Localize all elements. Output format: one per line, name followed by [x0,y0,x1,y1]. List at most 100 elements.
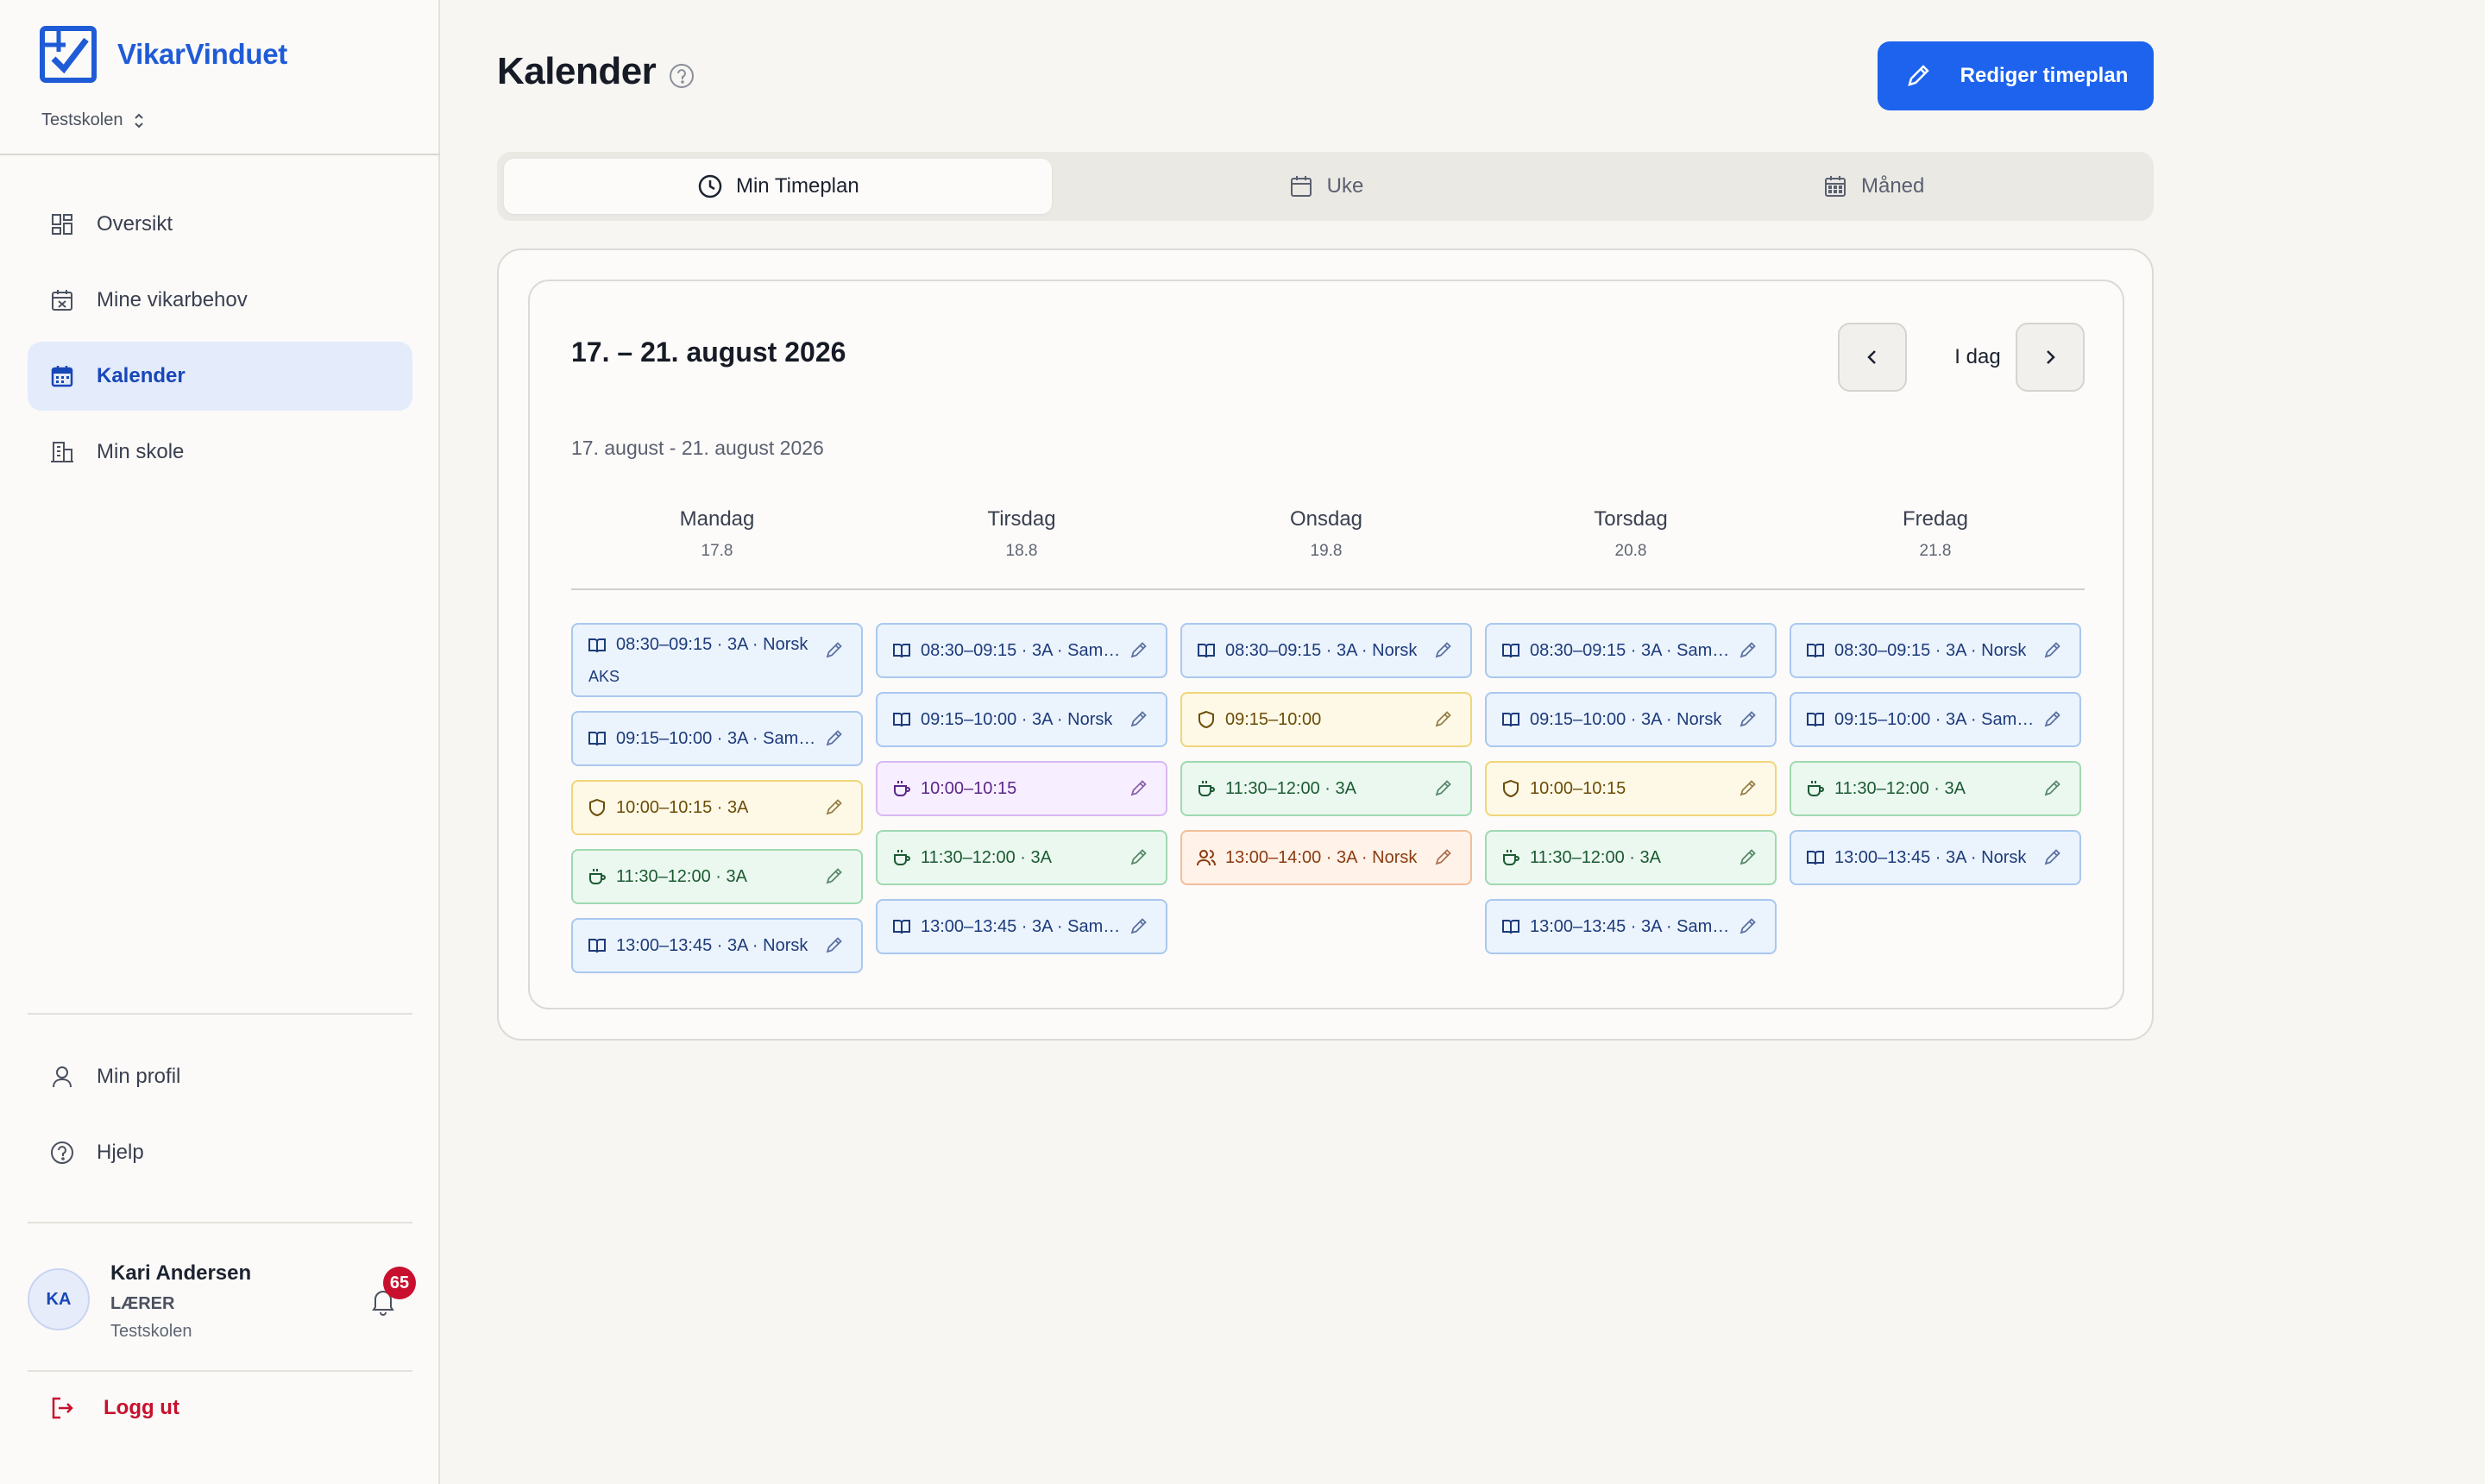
pencil-icon[interactable] [1737,915,1759,937]
schedule-event[interactable]: 13:00–13:45 · 3A · Samfunnsfag [1485,899,1777,954]
schedule-event[interactable]: 08:30–09:15 · 3A · Samfunnsfag [876,623,1167,678]
pencil-icon[interactable] [1128,777,1150,799]
next-week-button[interactable] [2016,323,2085,392]
nav-item-kalender[interactable]: Kalender [28,342,412,411]
pencil-icon[interactable] [823,726,846,749]
view-tabs: Min Timeplan Uke Måned [497,152,2154,221]
schedule-event[interactable]: 10:00–10:15 · 3A [571,780,863,835]
pencil-icon[interactable] [1737,777,1759,799]
logout-button[interactable]: Logg ut [48,1394,179,1422]
pencil-icon[interactable] [1737,846,1759,868]
day-name: Mandag [679,507,755,531]
book-icon [1807,644,1824,658]
help-circle-icon [51,1141,73,1164]
event-label: 08:30–09:15 · 3A · Norsk [1834,640,2027,660]
tab-min-timeplan[interactable]: Min Timeplan [504,159,1052,214]
help-circle-icon[interactable] [668,62,695,90]
pencil-icon[interactable] [823,795,846,818]
pencil-icon[interactable] [1128,638,1150,661]
event-label: 08:30–09:15 · 3A · Norsk [616,635,808,654]
edit-schedule-button[interactable]: Rediger timeplan [1878,41,2154,110]
pencil-icon[interactable] [1128,915,1150,937]
school-switcher[interactable]: Testskolen [41,110,148,130]
event-label: 08:30–09:15 · 3A · Norsk [1225,640,1418,660]
pencil-icon[interactable] [1432,638,1455,661]
schedule-event[interactable]: 10:00–10:15 [1485,761,1777,816]
nav-item-oversikt[interactable]: Oversikt [28,190,412,259]
schedule-event[interactable]: 13:00–13:45 · 3A · Samfunnsfag [876,899,1167,954]
nav-item-min-profil[interactable]: Min profil [28,1042,412,1111]
dashboard-icon [52,214,72,235]
nav-label: Min profil [97,1065,181,1088]
pencil-icon[interactable] [2041,707,2064,730]
divider [28,1222,412,1223]
pencil-icon[interactable] [2041,638,2064,661]
nav-item-mine-vikarbehov[interactable]: Mine vikarbehov [28,266,412,335]
event-label: 10:00–10:15 [921,778,1017,798]
pencil-icon[interactable] [1737,638,1759,661]
brand[interactable]: VikarVinduet [40,26,287,83]
book-icon [1807,713,1824,727]
calendar-panel: 17. – 21. august 2026 I dag 17. august -… [497,248,2154,1041]
tab-label: Min Timeplan [735,174,859,198]
schedule-event[interactable]: 11:30–12:00 · 3A [1485,830,1777,885]
tab-label: Måned [1860,174,1925,198]
tab-uke[interactable]: Uke [1052,159,1600,214]
pencil-icon[interactable] [1128,846,1150,868]
chevron-left-icon [1867,350,1876,364]
day-header: Fredag 21.8 [1790,507,2081,561]
week-title: 17. – 21. august 2026 [571,336,846,368]
schedule-event[interactable]: 11:30–12:00 · 3A [1790,761,2081,816]
nav-label: Mine vikarbehov [97,288,248,311]
pencil-icon[interactable] [1432,846,1455,868]
divider [0,154,440,155]
book-icon [893,713,910,727]
schedule-event[interactable]: 13:00–13:45 · 3A · Norsk [571,918,863,973]
schedule-event[interactable]: 08:30–09:15 · 3A · Norsk [1790,623,2081,678]
event-label: 11:30–12:00 · 3A [1225,778,1356,798]
previous-week-button[interactable] [1838,323,1907,392]
event-label: 13:00–14:00 · 3A · Norsk [1225,847,1418,867]
book-icon [1807,851,1824,865]
schedule-event[interactable]: 13:00–14:00 · 3A · Norsk [1180,830,1472,885]
pencil-icon[interactable] [1432,707,1455,730]
nav-item-min-skole[interactable]: Min skole [28,418,412,487]
schedule-event[interactable]: 09:15–10:00 · 3A · Norsk [1485,692,1777,747]
schedule-event[interactable]: 08:30–09:15 · 3A · Norsk [1180,623,1472,678]
pencil-icon[interactable] [1128,707,1150,730]
user-card[interactable]: KA Kari Andersen LÆRER Testskolen 65 [28,1258,416,1353]
sidebar: VikarVinduet Testskolen Oversikt Mine vi… [0,0,440,1484]
coffee-icon [1503,850,1519,865]
schedule-event[interactable]: 11:30–12:00 · 3A [876,830,1167,885]
pencil-icon[interactable] [823,865,846,887]
calendar-grid-icon [1824,176,1846,197]
coffee-icon [894,850,910,865]
pencil-icon[interactable] [823,638,846,661]
event-label: 09:15–10:00 · 3A · Norsk [921,709,1113,729]
schedule-event[interactable]: 09:15–10:00 · 3A · Norsk [876,692,1167,747]
schedule-event[interactable]: 09:15–10:00 · 3A · Samfunnsfag [1790,692,2081,747]
pencil-icon[interactable] [2041,846,2064,868]
schedule-event[interactable]: 09:15–10:00 · 3A · Samfunnsfag [571,711,863,766]
schedule-event[interactable]: 08:30–09:15 · 3A · Samfunnsfag [1485,623,1777,678]
schedule-event[interactable]: 11:30–12:00 · 3A [1180,761,1472,816]
day-header: Tirsdag 18.8 [876,507,1167,561]
schedule-event[interactable]: 08:30–09:15 · 3A · Norsk AKS [571,623,863,697]
schedule-event[interactable]: 10:00–10:15 [876,761,1167,816]
schedule-event[interactable]: 09:15–10:00 [1180,692,1472,747]
today-button[interactable]: I dag [1938,323,2017,392]
event-label: 11:30–12:00 · 3A [1834,778,1966,798]
pencil-icon[interactable] [823,934,846,956]
nav-item-hjelp[interactable]: Hjelp [28,1118,412,1187]
pencil-icon[interactable] [1737,707,1759,730]
event-label: 13:00–13:45 · 3A · Norsk [1834,847,2027,867]
nav-label: Oversikt [97,212,173,236]
schedule-event[interactable]: 11:30–12:00 · 3A [571,849,863,904]
coffee-icon [894,781,910,796]
day-header: Mandag 17.8 [571,507,863,561]
tab-maned[interactable]: Måned [1599,159,2147,214]
schedule-event[interactable]: 13:00–13:45 · 3A · Norsk [1790,830,2081,885]
pencil-icon[interactable] [2041,777,2064,799]
day-date: 21.8 [1919,542,1952,560]
pencil-icon[interactable] [1432,777,1455,799]
